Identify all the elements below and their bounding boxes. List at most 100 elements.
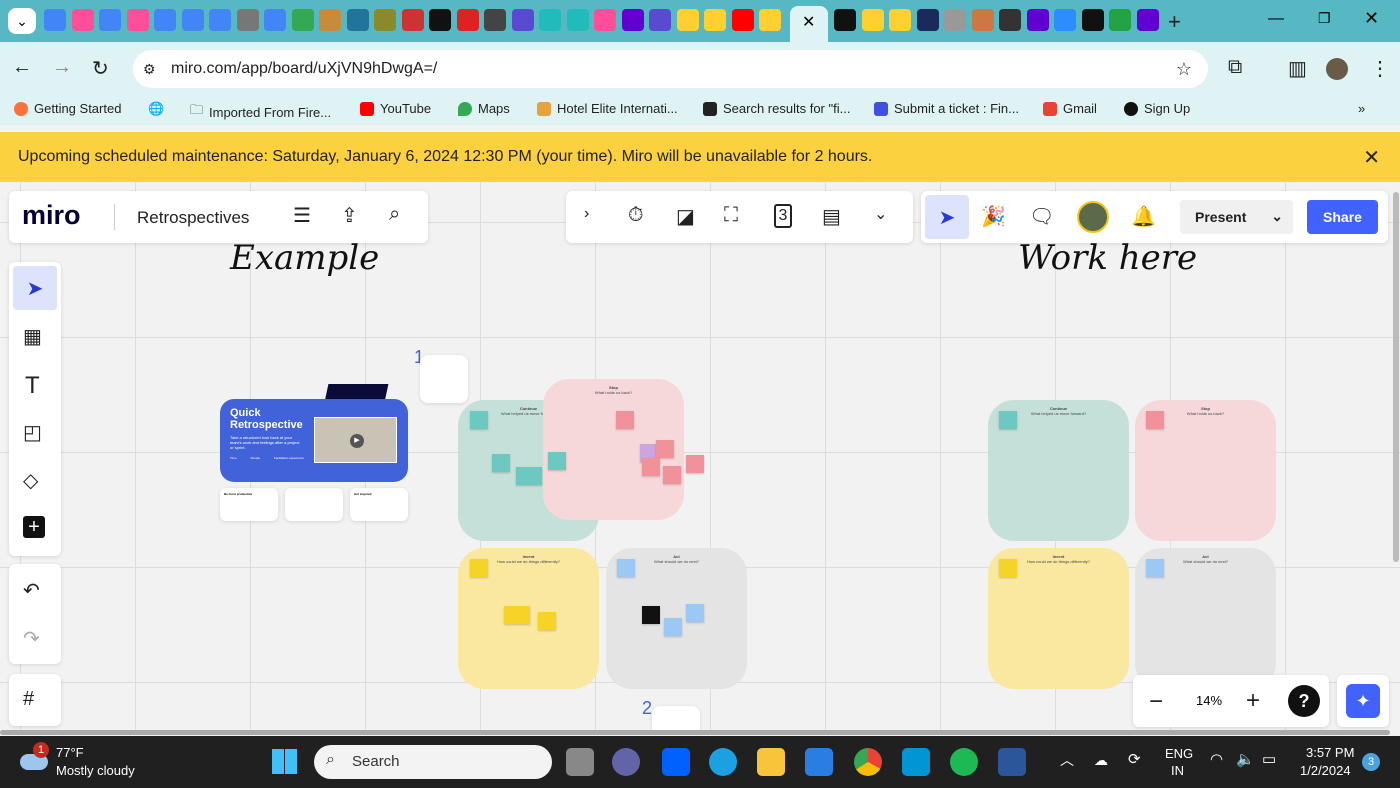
mail-icon[interactable] <box>805 748 833 776</box>
miro-icon[interactable] <box>759 9 781 31</box>
sticky-note[interactable] <box>492 454 510 472</box>
wifi-icon[interactable]: ◠ <box>1210 750 1223 768</box>
dropbox-icon[interactable] <box>662 748 690 776</box>
shapes-icon[interactable]: ◇ <box>23 468 38 493</box>
cc-icon[interactable] <box>236 9 259 31</box>
sidepanel-icon[interactable]: ▥ <box>1288 56 1307 81</box>
bookmark-youtube[interactable]: YouTube <box>360 101 431 116</box>
info-card-productive[interactable]: Be more productive <box>220 488 278 521</box>
word-icon[interactable] <box>998 748 1026 776</box>
restore-button[interactable]: ❐ <box>1318 10 1331 27</box>
bookmark-getting-started[interactable]: Getting Started <box>14 101 121 116</box>
menu-icon[interactable]: ☰ <box>293 203 311 228</box>
user-avatar[interactable] <box>1077 201 1109 233</box>
present-button[interactable]: Present ⌄ <box>1180 200 1293 234</box>
bookmark-folder-imported[interactable]: 🗀 Imported From Fire... <box>190 101 331 123</box>
quick-retro-card[interactable]: Quick Retrospective Take a structured lo… <box>220 399 408 482</box>
cursor-tools-button[interactable]: ➤ <box>925 195 969 239</box>
sticky-note[interactable] <box>1146 411 1164 429</box>
menu-icon[interactable]: ⋮ <box>1370 56 1390 81</box>
bookmark-maps[interactable]: Maps <box>458 101 510 116</box>
volume-icon[interactable]: 🔈 <box>1236 750 1255 768</box>
new-tab-button[interactable]: + <box>1168 9 1181 35</box>
miro-icon[interactable] <box>704 9 726 31</box>
more-chevron-icon[interactable]: ⌄ <box>874 204 887 224</box>
docs-icon[interactable] <box>264 9 286 31</box>
zoom-out-icon[interactable]: − <box>1149 688 1163 716</box>
teams-icon[interactable] <box>612 748 640 776</box>
docs-icon[interactable] <box>44 9 66 31</box>
close-window-button[interactable]: ✕ <box>1364 8 1379 29</box>
clock-date[interactable]: 1/2/2024 <box>1300 763 1351 778</box>
sticky-note[interactable] <box>999 559 1017 577</box>
c-icon[interactable] <box>834 9 856 31</box>
bookmark-sign-up[interactable]: Sign Up <box>1124 101 1190 116</box>
sticky-note-icon[interactable]: ◰ <box>23 420 42 445</box>
sticky-note[interactable] <box>656 440 674 458</box>
bookmark-search-results[interactable]: Search results for "fi... <box>703 101 850 116</box>
sync-icon[interactable]: ⟳ <box>1128 750 1141 768</box>
help-button[interactable]: ? <box>1288 685 1320 717</box>
site-icon[interactable] <box>999 9 1021 31</box>
forward-icon[interactable]: → <box>52 56 72 79</box>
voting-card-icon[interactable]: 3 <box>774 204 792 228</box>
redo-icon[interactable]: ↷ <box>23 626 40 651</box>
reactions-icon[interactable]: 🎉 <box>981 204 1006 229</box>
select-tool-icon[interactable]: ➤ <box>13 266 57 310</box>
video-thumbnail[interactable]: ▶ <box>314 417 397 463</box>
notifications-bell-icon[interactable]: 🔔 <box>1131 204 1156 229</box>
sticky-note[interactable] <box>642 606 660 624</box>
sticky-note[interactable] <box>663 466 681 484</box>
youtube-icon[interactable] <box>731 9 754 31</box>
search-icon[interactable]: ⌕ <box>389 203 400 226</box>
extensions-icon[interactable]: ⧉ <box>1228 56 1242 79</box>
sticky-note[interactable] <box>999 411 1017 429</box>
sticky-note[interactable] <box>664 618 682 636</box>
yahoo-icon[interactable] <box>621 9 644 31</box>
clock-time[interactable]: 3:57 PM <box>1306 745 1354 760</box>
site-icon[interactable] <box>1081 9 1104 31</box>
board-name[interactable]: Retrospectives <box>137 208 249 228</box>
site-icon[interactable] <box>649 9 671 31</box>
more-bookmarks-button[interactable]: » <box>1358 101 1365 116</box>
video-chat-icon[interactable]: ◪ <box>676 204 695 229</box>
myhp-icon[interactable] <box>902 748 930 776</box>
sticky-note[interactable] <box>686 455 704 473</box>
site-icon[interactable] <box>401 9 424 31</box>
language-in[interactable]: IN <box>1171 763 1184 778</box>
docs-icon[interactable] <box>209 9 231 31</box>
sticky-note[interactable] <box>686 604 704 622</box>
sticky-note[interactable] <box>548 452 566 470</box>
yahoo-icon[interactable] <box>1136 9 1159 31</box>
focus-icon[interactable]: ⛶ <box>724 204 738 227</box>
taskbar-search[interactable]: ⌕ Search <box>314 745 552 779</box>
miro-icon[interactable] <box>861 9 884 31</box>
sticky-note[interactable] <box>470 559 488 577</box>
step-1-note[interactable] <box>420 355 468 403</box>
clickup-icon[interactable] <box>71 9 94 31</box>
chrome-icon[interactable] <box>854 748 882 776</box>
miro-logo[interactable]: miro <box>22 200 81 231</box>
clickup-icon[interactable] <box>594 9 616 31</box>
sticky-note[interactable] <box>504 606 530 624</box>
horizontal-scrollbar[interactable] <box>0 730 1390 735</box>
bookmark-gmail[interactable]: Gmail <box>1043 101 1097 116</box>
edge-icon[interactable] <box>709 748 737 776</box>
back-icon[interactable]: ← <box>12 56 32 79</box>
notes-icon[interactable]: ▤ <box>822 204 841 229</box>
c-icon[interactable] <box>429 9 451 31</box>
ai-sparkle-icon[interactable]: ✦ <box>1346 684 1380 718</box>
show-hidden-icons[interactable]: ︿ <box>1060 750 1074 770</box>
bookmark-hotel[interactable]: Hotel Elite Internati... <box>537 101 678 116</box>
onedrive-icon[interactable]: ☁ <box>1094 752 1108 769</box>
weather-text[interactable]: Mostly cloudy <box>56 763 135 778</box>
site-icon[interactable] <box>484 9 506 31</box>
close-banner-icon[interactable]: ✕ <box>1363 145 1380 170</box>
site-icon[interactable] <box>566 9 589 31</box>
sticky-note[interactable] <box>470 411 488 429</box>
windows-start-icon[interactable] <box>272 749 297 774</box>
minimize-button[interactable]: — <box>1268 10 1284 28</box>
wordpress-icon[interactable] <box>346 9 369 31</box>
reload-icon[interactable]: ↻ <box>92 56 109 81</box>
info-card-middle[interactable] <box>285 488 343 521</box>
